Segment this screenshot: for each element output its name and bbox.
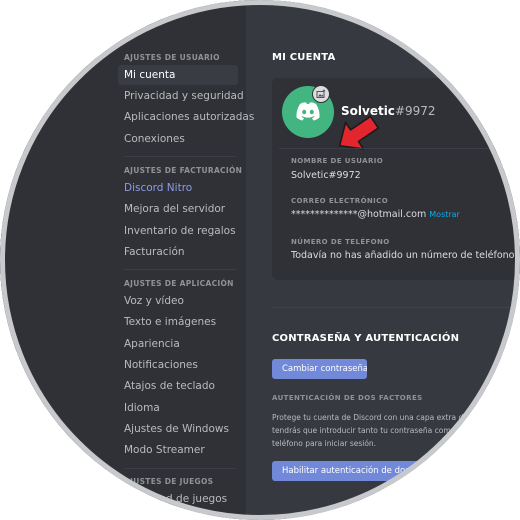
twofa-description-line: tendrás que introducir tanto tu contrase… — [272, 426, 456, 435]
sidebar-item-billing[interactable]: Facturación — [118, 242, 238, 262]
username-value-name: Solvetic — [291, 170, 329, 181]
username-value-discriminator: #9972 — [328, 170, 361, 181]
sidebar-item-my-account[interactable]: Mi cuenta — [118, 65, 238, 85]
twofa-description-line: Protege tu cuenta de Discord con una cap… — [272, 413, 468, 422]
email-label: CORREO ELECTRÓNICO — [291, 197, 389, 205]
sidebar-item-nitro[interactable]: Discord Nitro — [118, 178, 238, 198]
twofa-description-line: teléfono para iniciar sesión. — [272, 439, 377, 448]
sidebar-item-keybinds[interactable]: Atajos de teclado — [118, 376, 238, 396]
twofa-description: Protege tu cuenta de Discord con una cap… — [272, 411, 520, 450]
page-title: MI CUENTA — [272, 52, 336, 63]
sidebar-item-connections[interactable]: Conexiones — [118, 129, 238, 149]
sidebar-item-text-images[interactable]: Texto e imágenes — [118, 312, 238, 332]
image-upload-icon[interactable] — [313, 86, 329, 102]
enable-2fa-button[interactable]: Habilitar autenticación de dos fa — [272, 461, 422, 481]
phone-value: Todavía no has añadido un número de telé… — [291, 250, 518, 261]
twofa-label: AUTENTICACIÓN DE DOS FACTORES — [272, 394, 423, 402]
sidebar-item-authorized-apps[interactable]: Aplicaciones autorizadas — [118, 107, 254, 127]
password-section-title: CONTRASEÑA Y AUTENTICACIÓN — [272, 333, 460, 344]
sidebar-header-app-settings: AJUSTES DE APLICACIÓN — [124, 279, 234, 288]
sidebar-separator — [124, 468, 236, 469]
change-password-button[interactable]: Cambiar contraseña — [272, 359, 367, 379]
sidebar-separator — [124, 156, 236, 157]
screenshot-circle: AJUSTES DE USUARIO Mi cuenta Privacidad … — [0, 0, 520, 520]
main-content: MI CUENTA Solvetic#9972 NOMBRE DE USUARI… — [246, 0, 520, 520]
settings-sidebar: AJUSTES DE USUARIO Mi cuenta Privacidad … — [0, 0, 254, 520]
sidebar-item-server-boost[interactable]: Mejora del servidor — [118, 199, 238, 219]
username-value: Solvetic#9972 — [291, 170, 361, 181]
discord-logo-icon — [296, 102, 320, 121]
phone-label: NÚMERO DE TELÉFONO — [291, 238, 390, 246]
reveal-email-link[interactable]: Mostrar — [429, 210, 460, 219]
sidebar-item-game-activity[interactable]: Actividad de juegos — [118, 489, 238, 509]
email-value: **************@hotmail.com Mostrar — [291, 209, 460, 220]
sidebar-separator — [124, 269, 236, 270]
sidebar-item-gift-inventory[interactable]: Inventario de regalos — [118, 221, 238, 241]
sidebar-header-user-settings: AJUSTES DE USUARIO — [124, 53, 220, 62]
section-divider — [272, 307, 520, 308]
sidebar-header-game-settings: AJUSTES DE JUEGOS — [124, 477, 214, 486]
profile-username-discriminator: #9972 — [394, 104, 436, 118]
sidebar-item-notifications[interactable]: Notificaciones — [118, 355, 238, 375]
sidebar-item-language[interactable]: Idioma — [118, 398, 238, 418]
sidebar-item-voice-video[interactable]: Voz y vídeo — [118, 291, 238, 311]
sidebar-item-streamer-mode[interactable]: Modo Streamer — [118, 440, 238, 460]
sidebar-header-billing: AJUSTES DE FACTURACIÓN — [124, 166, 243, 175]
email-masked: **************@hotmail.com — [291, 209, 427, 220]
red-arrow-icon — [338, 115, 380, 150]
sidebar-item-privacy[interactable]: Privacidad y seguridad — [118, 86, 244, 106]
sidebar-item-appearance[interactable]: Apariencia — [118, 334, 238, 354]
username-label: NOMBRE DE USUARIO — [291, 157, 384, 165]
sidebar-item-windows-settings[interactable]: Ajustes de Windows — [118, 419, 238, 439]
